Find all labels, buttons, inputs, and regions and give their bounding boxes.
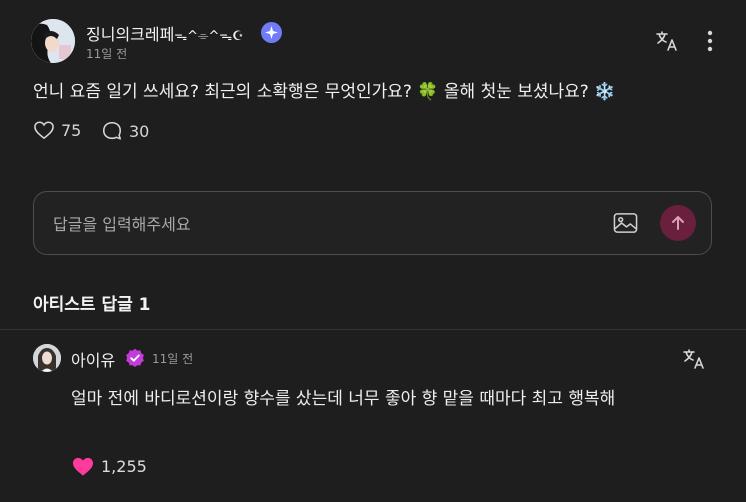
translate-icon[interactable]: [654, 28, 680, 54]
like-count: 75: [61, 120, 82, 140]
artist-reply-like-count: 1,255: [101, 457, 147, 476]
artist-replies-heading: 아티스트 답글 1: [33, 295, 151, 315]
artist-avatar-image: [33, 344, 61, 372]
more-options-icon[interactable]: [700, 28, 720, 54]
reply-translate-icon[interactable]: [681, 346, 707, 372]
heart-filled-icon: [72, 457, 94, 476]
verified-badge-icon: [261, 22, 282, 43]
heart-outline-icon: [34, 121, 54, 140]
artist-reply-like-button[interactable]: 1,255: [71, 456, 147, 477]
arrow-up-icon: [672, 216, 684, 230]
comment-bubble-icon: [102, 121, 122, 140]
artist-reply-timestamp: 11일 전: [152, 352, 194, 366]
comment-button[interactable]: 30: [101, 120, 149, 142]
comment-count: 30: [129, 121, 150, 141]
artist-name[interactable]: 아이유: [71, 347, 115, 371]
post-text: 언니 요즘 일기 쓰세요? 최근의 소확행은 무엇인가요? 🍀 올해 첫눈 보셨…: [33, 82, 616, 102]
like-button[interactable]: 75: [33, 120, 81, 140]
avatar-image: [31, 19, 75, 63]
image-attach-icon[interactable]: [612, 210, 638, 236]
author-avatar[interactable]: [31, 19, 75, 63]
post-timestamp: 11일 전: [86, 47, 128, 61]
author-username[interactable]: 징니의크레페ᯓ^⌯^ᯓ☪: [86, 21, 244, 45]
username-decoration: ᯓ^⌯^ᯓ☪: [174, 29, 244, 44]
send-button[interactable]: [660, 205, 696, 241]
reply-input-placeholder: 답글을 입력해주세요: [53, 215, 191, 234]
section-divider: [0, 329, 746, 330]
username-text: 징니의크레페: [86, 25, 175, 44]
artist-verified-badge-icon: [125, 348, 145, 368]
artist-reply-text: 얼마 전에 바디로션이랑 향수를 샀는데 너무 좋아 향 맡을 때마다 최고 행…: [71, 389, 616, 409]
artist-avatar[interactable]: [33, 344, 61, 372]
